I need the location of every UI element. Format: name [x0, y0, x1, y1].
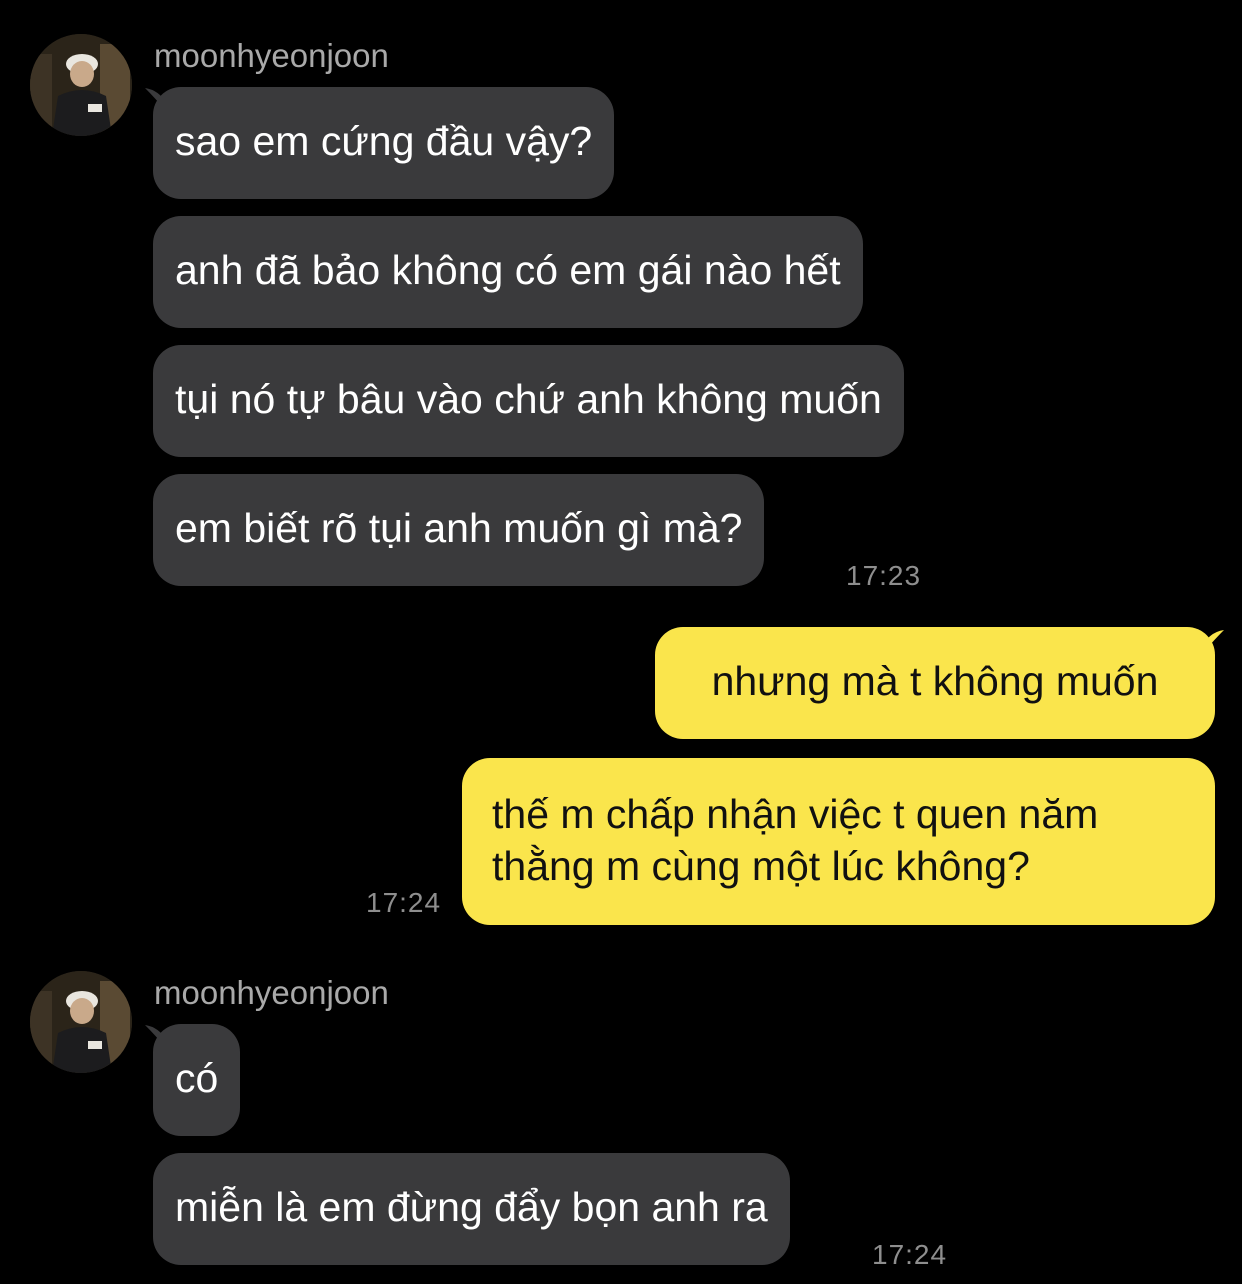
message-timestamp: 17:24 [366, 887, 442, 918]
message-bubble-incoming[interactable]: sao em cứng đầu vậy? [153, 87, 615, 199]
message-bubble-incoming[interactable]: có [153, 1024, 241, 1136]
message-text: sao em cứng đầu vậy? [175, 118, 593, 164]
message-bubble-incoming[interactable]: miễn là em đừng đẩy bọn anh ra [153, 1153, 790, 1265]
message-text: miễn là em đừng đẩy bọn anh ra [175, 1184, 768, 1230]
avatar-photo-icon [30, 971, 132, 1073]
message-timestamp: 17:24 [872, 1239, 948, 1270]
message-text: em biết rõ tụi anh muốn gì mà? [175, 505, 743, 551]
message-text: nhưng mà t không muốn [711, 658, 1159, 704]
avatar-photo-icon [30, 34, 132, 136]
sender-name: moonhyeonjoon [154, 37, 389, 74]
message-text: có [175, 1055, 219, 1101]
avatar[interactable] [30, 971, 132, 1073]
message-bubble-outgoing[interactable]: thế m chấp nhận việc t quen năm thằng m … [462, 758, 1215, 925]
message-bubble-incoming[interactable]: em biết rõ tụi anh muốn gì mà? [153, 474, 765, 586]
message-bubble-outgoing[interactable]: nhưng mà t không muốn [655, 627, 1215, 739]
sender-name: moonhyeonjoon [154, 974, 389, 1011]
avatar[interactable] [30, 34, 132, 136]
message-text: tụi nó tự bâu vào chứ anh không muốn [175, 376, 882, 422]
message-text: thế m chấp nhận việc t quen năm thằng m … [492, 791, 1099, 889]
message-bubble-incoming[interactable]: tụi nó tự bâu vào chứ anh không muốn [153, 345, 904, 457]
message-text: anh đã bảo không có em gái nào hết [175, 247, 841, 293]
message-bubble-incoming[interactable]: anh đã bảo không có em gái nào hết [153, 216, 863, 328]
message-timestamp: 17:23 [846, 560, 922, 591]
